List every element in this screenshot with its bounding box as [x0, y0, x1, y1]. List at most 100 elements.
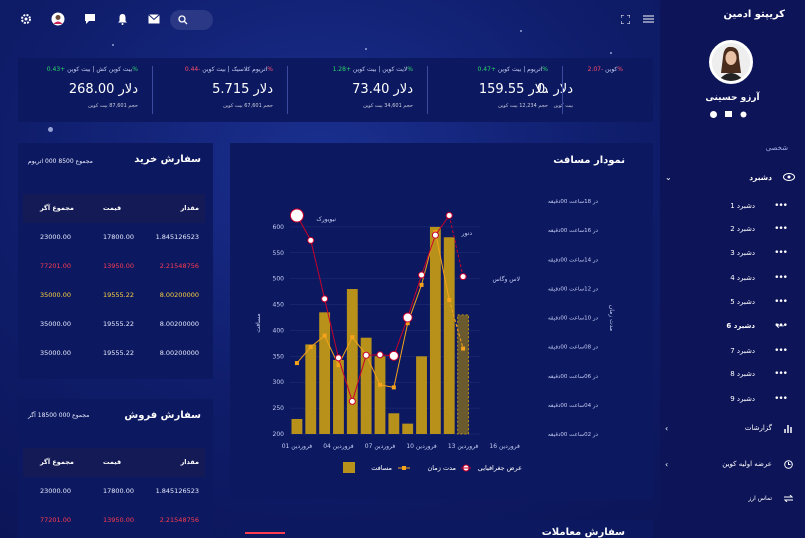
bar-chart-icon [784, 424, 792, 433]
exchange-icon [784, 494, 793, 502]
dots-icon: ••• [774, 369, 788, 379]
y-axis-label: مسافت [255, 313, 262, 332]
bell-icon[interactable] [114, 11, 130, 27]
power-icon[interactable] [710, 111, 717, 118]
x-tick-label: فروردین 16 [489, 443, 520, 450]
buy-subtitle: مجموع 8500 000 اتریوم [28, 158, 93, 165]
y-tick-label: 250 [273, 405, 285, 412]
nav-item-dashboard-6[interactable]: ← دشبرد 6 ••• [660, 316, 805, 336]
mail-icon[interactable] [146, 11, 162, 27]
chat-icon[interactable] [82, 11, 98, 27]
data-point [348, 397, 356, 405]
table-cell: 35000.00 [40, 291, 72, 299]
table-cell: 23000.00 [40, 487, 72, 495]
y-tick-label: 500 [273, 276, 285, 283]
dots-icon: ••• [774, 273, 788, 283]
ticker-item[interactable]: اتریوم | بیت کوین +0.47% 159.55 دلار حجم… [433, 66, 563, 114]
data-point [289, 208, 304, 223]
nav-item-dashboard-2[interactable]: دشبرد 2 ••• [660, 219, 805, 239]
table-row[interactable]: 2.21548756 13950.00 77201.00 [23, 252, 205, 281]
chart-annotation: دنور [461, 230, 473, 237]
table-cell: 17800.00 [103, 487, 135, 495]
bar [416, 356, 427, 434]
sell-orders-panel: سفارش فروش مجموع 000 18500 آگر مقدار قیم… [18, 399, 213, 538]
sell-subtitle: مجموع 000 18500 آگر [28, 412, 90, 419]
buy-title: سفارش خرید [134, 154, 201, 165]
y2-tick-label: در 12ساعت 00دقیقه [548, 286, 599, 292]
legend-marker [402, 466, 406, 470]
search-icon [178, 15, 188, 25]
nav-item-dashboard[interactable]: ⌄ دشبرد [660, 167, 805, 187]
data-point [388, 350, 399, 361]
ticker-item[interactable]: لایت کوین | بیت کوین +1.28% 73.40 دلار ح… [298, 66, 428, 114]
y2-tick-label: در 18ساعت 00دقیقه [548, 199, 599, 205]
gear-icon[interactable] [18, 11, 34, 27]
table-row[interactable]: 8.00200000 19555.22 35000.00 [23, 310, 205, 339]
nav-item-dashboard-8[interactable]: دشبرد 8 ••• [660, 364, 805, 384]
nav-item-dashboard-7[interactable]: دشبرد 7 ••• [660, 341, 805, 361]
bar [443, 237, 455, 434]
table-cell: 35000.00 [40, 320, 72, 328]
y2-tick-label: در 08ساعت 00دقیقه [548, 345, 599, 351]
nav-item-dashboard-3[interactable]: دشبرد 3 ••• [660, 243, 805, 263]
bar [305, 344, 317, 434]
table-cell: 1.845126523 [155, 487, 199, 495]
data-point [322, 333, 327, 338]
sell-title: سفارش فروش [124, 410, 201, 421]
data-point [459, 273, 467, 281]
x-tick-label: فروردین 13 [448, 443, 479, 450]
gear-icon[interactable] [740, 111, 747, 118]
buy-table-header: مقدار قیمت مجموع آگر [23, 194, 205, 223]
table-row[interactable]: 8.00200000 19555.22 35000.00 [23, 339, 205, 368]
trades-title: سفارش معاملات [541, 527, 625, 538]
chevron-left-icon: ‹ [665, 423, 669, 433]
data-point [294, 361, 299, 366]
table-row[interactable]: 2.21548756 13950.00 77201.00 [23, 506, 205, 535]
ticker-item[interactable]: اتریوم کلاسیک | بیت کوین -0.44% 5.715 دل… [158, 66, 288, 114]
table-cell: 19555.22 [103, 320, 135, 328]
ticker-item[interactable]: بیت کوین کش | بیت کوین +0.43% 268.00 دلا… [23, 66, 153, 114]
bar [402, 423, 414, 434]
data-point [350, 335, 355, 340]
bar [457, 314, 469, 435]
y2-tick-label: در 16ساعت 00دقیقه [548, 228, 599, 234]
table-row[interactable]: 1.845126523 17800.00 23000.00 [23, 223, 205, 252]
nav-item-dashboard-1[interactable]: دشبرد 1 ••• [660, 196, 805, 216]
data-point [431, 231, 439, 239]
y2-tick-label: در 04ساعت 00دقیقه [548, 403, 599, 409]
bar [291, 418, 303, 434]
data-point [402, 312, 413, 323]
data-point [362, 351, 370, 359]
bar [319, 312, 331, 434]
legend-label: عرض جغرافیایی [478, 464, 522, 472]
legend-label: مدت زمان [428, 464, 456, 472]
nav-item-dashboard-5[interactable]: دشبرد 5 ••• [660, 292, 805, 312]
y2-tick-label: در 10ساعت 00دقیقه [548, 316, 599, 322]
table-cell: 77201.00 [40, 516, 72, 524]
search-input[interactable] [170, 10, 213, 30]
table-row[interactable]: 1.845126523 17800.00 23000.00 [23, 477, 205, 506]
nav-item-reports[interactable]: ‹ گزارشات [660, 418, 805, 438]
table-cell: 8.00200000 [159, 320, 199, 328]
nav-item-contact[interactable]: تماس ارز [660, 488, 805, 508]
nav-item-dashboard-4[interactable]: دشبرد 4 ••• [660, 268, 805, 288]
fullscreen-icon[interactable] [617, 11, 633, 27]
y-tick-label: 550 [273, 250, 285, 257]
table-cell: 19555.22 [103, 291, 135, 299]
nav-item-ico[interactable]: ‹ عرضه اولیه کوین [660, 454, 805, 474]
bar [374, 356, 386, 434]
y-tick-label: 350 [273, 353, 285, 360]
table-cell: 8.00200000 [159, 291, 199, 299]
x-tick-label: فروردین 01 [282, 443, 313, 450]
trades-panel: سفارش معاملات [230, 520, 653, 538]
user-avatar[interactable] [709, 40, 753, 84]
nav-item-dashboard-9[interactable]: دشبرد 9 ••• [660, 389, 805, 409]
chevron-left-icon: ‹ [665, 459, 669, 469]
menu-icon[interactable] [640, 11, 656, 27]
table-cell: 17800.00 [103, 233, 135, 241]
avatar-icon[interactable] [50, 11, 66, 27]
table-row[interactable]: 8.00200000 19555.22 35000.00 [23, 281, 205, 310]
mail-icon[interactable] [725, 111, 732, 118]
x-tick-label: فروردین 07 [365, 443, 396, 450]
data-point [376, 351, 384, 359]
